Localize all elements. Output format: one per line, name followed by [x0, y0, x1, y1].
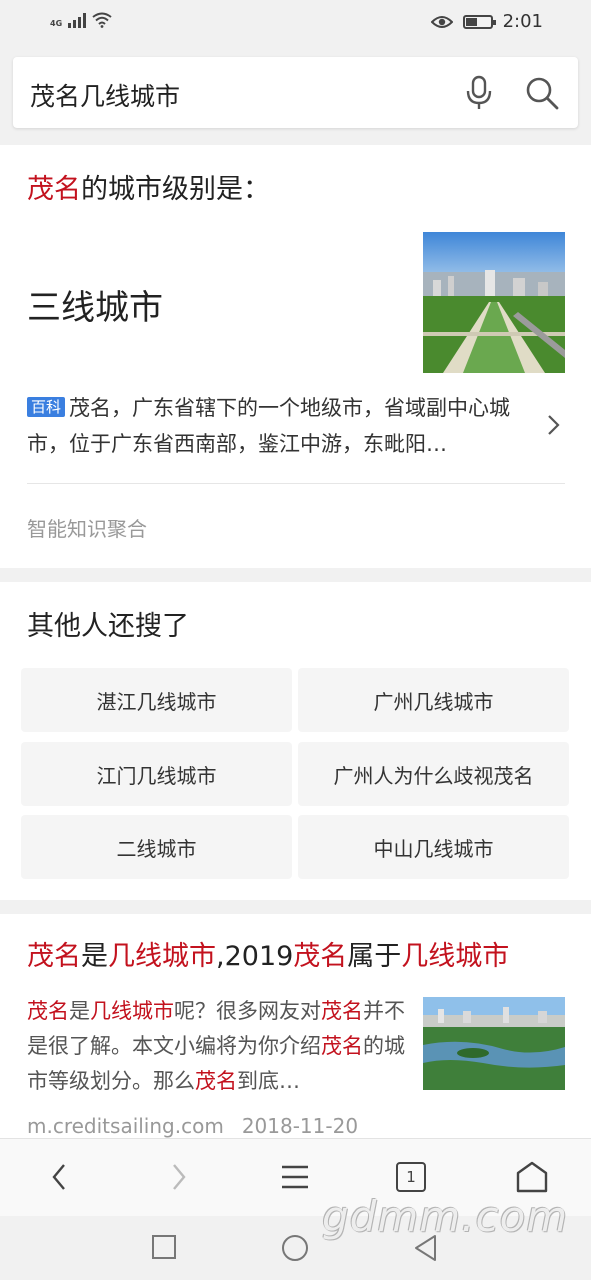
related-search-tag[interactable]: 广州人为什么歧视茂名: [298, 742, 569, 806]
microphone-icon[interactable]: [465, 75, 493, 111]
wifi-icon: [92, 12, 112, 28]
related-search-tag[interactable]: 江门几线城市: [21, 742, 292, 806]
text-run: ,2019: [216, 941, 294, 972]
result-snippet[interactable]: 茂名是几线城市呢？很多网友对茂名并不是很了解。本文小编将为你介绍茂名的城市等级划…: [27, 994, 407, 1099]
text-run: 到底…: [237, 1069, 300, 1093]
home-nav-icon[interactable]: [281, 1234, 309, 1262]
knowledge-source-label: 智能知识聚合: [27, 517, 147, 541]
divider: [27, 483, 565, 484]
chevron-right-icon[interactable]: [545, 413, 561, 437]
question-rest: 的城市级别是：: [81, 174, 270, 205]
recents-icon[interactable]: [151, 1234, 177, 1260]
highlighted-term: 几线城市: [108, 941, 216, 972]
text-run: 属于: [347, 941, 402, 972]
tabs-button[interactable]: 1: [396, 1162, 426, 1192]
watermark: gdmm.com: [322, 1192, 569, 1241]
question-highlight: 茂名: [27, 174, 81, 205]
highlighted-term: 几线城市: [401, 941, 510, 972]
menu-icon[interactable]: [277, 1159, 313, 1195]
text-run: 是: [81, 941, 108, 972]
result-source[interactable]: m.creditsailing.com: [27, 1114, 224, 1138]
battery-icon: [462, 14, 496, 29]
baike-text: 茂名，广东省辖下的一个地级市，省域副中心城市，位于广东省西南部，鉴江中游，东毗阳…: [27, 396, 511, 456]
signal-icon: [68, 12, 87, 28]
result-meta: m.creditsailing.com 2018-11-20: [27, 1114, 358, 1138]
related-search-tag[interactable]: 中山几线城市: [298, 815, 569, 879]
highlighted-term: 茂名: [321, 999, 363, 1023]
highlighted-term: 茂名: [293, 941, 348, 972]
back-icon[interactable]: [42, 1159, 78, 1195]
related-search-tag[interactable]: 湛江几线城市: [21, 668, 292, 732]
answer-question: 茂名的城市级别是：: [27, 167, 270, 206]
highlighted-term: 茂名: [321, 1034, 363, 1058]
battery-level: [465, 17, 477, 26]
text-run: 是: [69, 999, 90, 1023]
search-icon[interactable]: [524, 75, 560, 111]
result-date: 2018-11-20: [241, 1114, 359, 1138]
city-photo[interactable]: [423, 232, 565, 373]
network-type: 4G: [50, 19, 63, 28]
search-bar[interactable]: 茂名几线城市: [13, 57, 578, 128]
answer-card[interactable]: 茂名的城市级别是： 三线城市 百科 茂名，广东省辖下的一个地级市，省域副中心城市，…: [0, 145, 591, 568]
related-search-tag[interactable]: 二线城市: [21, 815, 292, 879]
text-run: 呢？很多网友对: [174, 999, 321, 1023]
result-thumbnail[interactable]: [423, 997, 565, 1090]
highlighted-term: 茂名: [195, 1069, 237, 1093]
related-search-tag[interactable]: 广州几线城市: [298, 668, 569, 732]
clock: 2:01: [502, 11, 543, 32]
home-icon[interactable]: [514, 1159, 550, 1195]
related-searches-card: 其他人还搜了 湛江几线城市 广州几线城市 江门几线城市 广州人为什么歧视茂名 二…: [0, 582, 591, 900]
answer-text: 三线城市: [27, 288, 163, 328]
status-bar: 4G 2:01: [0, 0, 591, 46]
result-title[interactable]: 茂名是几线城市,2019茂名属于几线城市: [27, 934, 509, 973]
network-indicators: 4G: [50, 12, 112, 28]
status-right: 2:01: [430, 11, 543, 32]
highlighted-term: 几线城市: [90, 999, 174, 1023]
search-result-card[interactable]: 茂名是几线城市,2019茂名属于几线城市 茂名是几线城市呢？很多网友对茂名并不是…: [0, 914, 591, 1138]
highlighted-term: 茂名: [27, 941, 81, 972]
search-query[interactable]: 茂名几线城市: [30, 77, 180, 113]
highlighted-term: 茂名: [27, 999, 69, 1023]
eye-icon: [430, 15, 453, 28]
tab-count: 1: [406, 1168, 416, 1186]
baike-summary[interactable]: 百科 茂名，广东省辖下的一个地级市，省域副中心城市，位于广东省西南部，鉴江中游，东…: [27, 390, 527, 462]
forward-icon[interactable]: [160, 1159, 196, 1195]
related-searches-title: 其他人还搜了: [27, 611, 189, 642]
baike-badge: 百科: [27, 397, 66, 417]
